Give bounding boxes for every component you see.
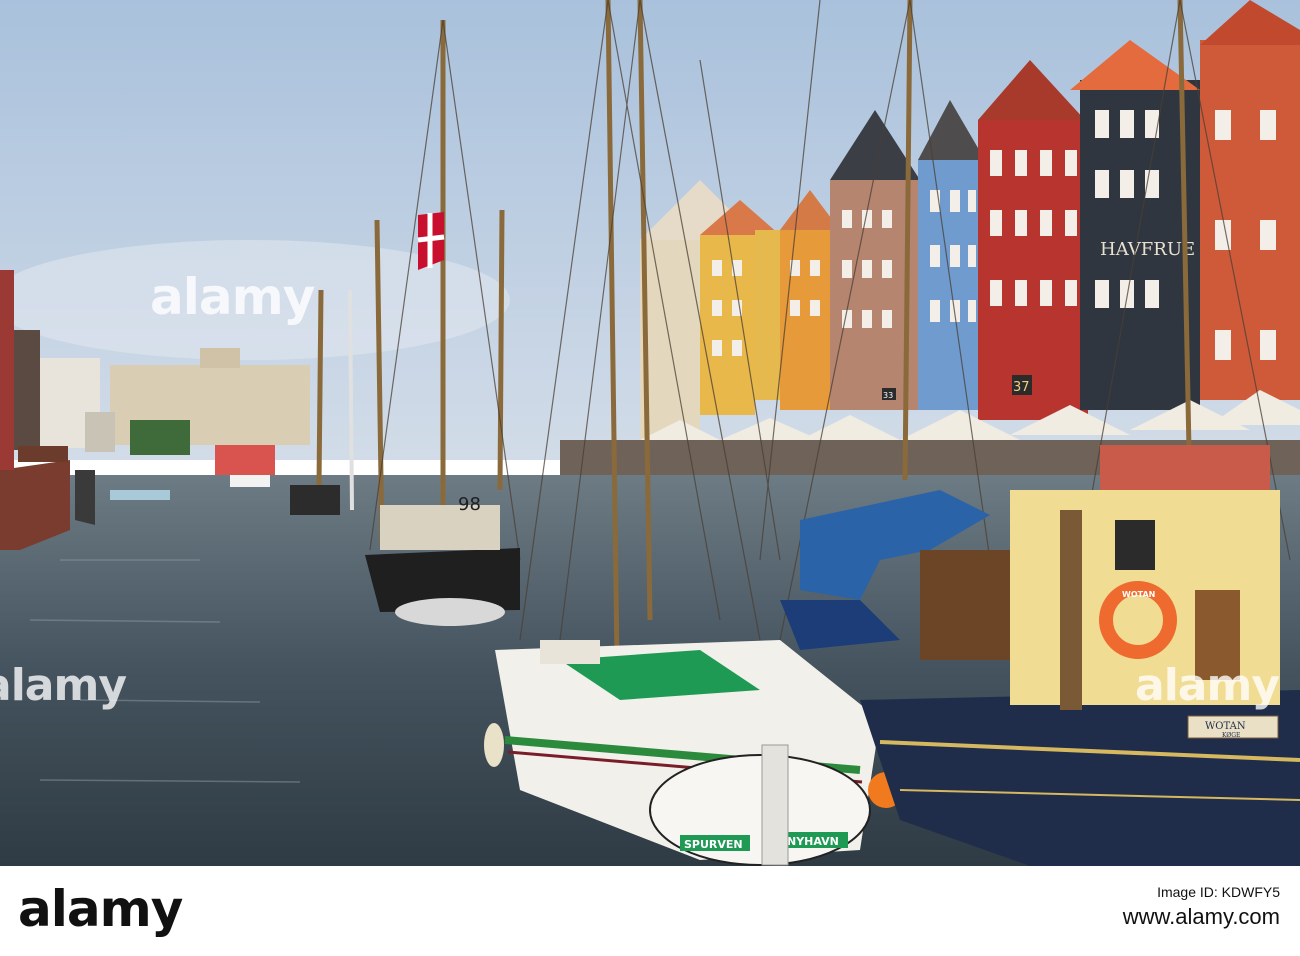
footer-bar: alamy Image ID: KDWFY5 www.alamy.com xyxy=(0,866,1300,956)
dinghy xyxy=(395,598,505,626)
stern-port: NYHAVN xyxy=(787,835,839,848)
site-url[interactable]: www.alamy.com xyxy=(1123,904,1280,930)
sign-number: 37 xyxy=(1013,380,1030,395)
nyhavn-harbor-scene: HAVFRUE 37 33 98 SPURVEN NYHAVN WOTAN WO… xyxy=(0,0,1300,866)
stern-name: SPURVEN xyxy=(684,838,743,851)
hull-number: 98 xyxy=(458,494,481,515)
svg-text:KØGE: KØGE xyxy=(1222,732,1240,739)
facade-sign: HAVFRUE xyxy=(1100,239,1195,260)
nameplate: WOTAN xyxy=(1205,721,1246,732)
alamy-logo[interactable]: alamy xyxy=(18,880,183,938)
sign-small: 33 xyxy=(883,391,893,400)
photo: HAVFRUE 37 33 98 SPURVEN NYHAVN WOTAN WO… xyxy=(0,0,1300,866)
image-id: Image ID: KDWFY5 xyxy=(1157,884,1280,900)
distant-sailboat xyxy=(290,485,340,515)
svg-text:WOTAN: WOTAN xyxy=(1122,590,1155,599)
footer-meta: Image ID: KDWFY5 www.alamy.com xyxy=(1123,884,1280,930)
